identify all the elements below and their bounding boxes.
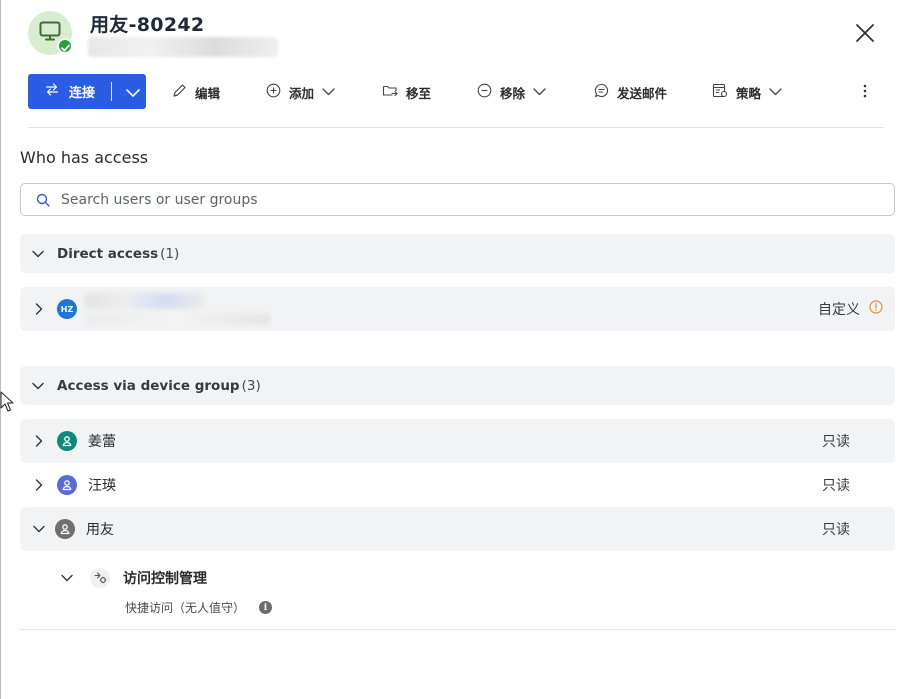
folder-move-icon: [382, 83, 398, 101]
chat-bubble-icon: [594, 83, 609, 102]
info-icon[interactable]: i: [259, 601, 273, 614]
minus-circle-icon: [477, 83, 492, 102]
chevron-right-icon: [32, 303, 46, 315]
swap-arrows-icon: [45, 83, 59, 100]
section-title: Who has access: [20, 148, 149, 167]
move-to-button[interactable]: 移至: [382, 82, 431, 102]
user-row[interactable]: 姜蕾 只读: [20, 419, 895, 463]
policy-label: 策略: [736, 85, 762, 101]
policy-button[interactable]: 策略: [712, 82, 782, 102]
toolbar-divider: [28, 127, 884, 128]
avatar: HZ: [57, 299, 77, 319]
permission-label: 自定义: [818, 302, 860, 318]
search-icon: [36, 193, 50, 207]
access-control-icon: [90, 568, 110, 588]
device-subtitle-redacted: [88, 37, 278, 57]
connect-label: 连接: [69, 86, 96, 101]
kebab-icon: [863, 83, 867, 102]
online-status-badge: [57, 38, 73, 54]
list-divider: [20, 629, 895, 630]
add-label: 添加: [289, 85, 315, 101]
chevron-down-icon: [533, 85, 546, 100]
permission-label[interactable]: 只读: [822, 519, 850, 539]
permission-label[interactable]: 只读: [822, 431, 850, 451]
user-row[interactable]: 汪瑛 只读: [20, 463, 895, 507]
device-group-access-header[interactable]: Access via device group (3): [20, 366, 895, 405]
chevron-down-icon: [31, 382, 45, 390]
user-avatar-icon: [55, 519, 75, 539]
device-group-access-title: Access via device group: [57, 377, 240, 394]
direct-access-row[interactable]: HZ 自定义: [20, 287, 895, 331]
chevron-down-icon: [125, 82, 140, 101]
policy-icon: [712, 83, 728, 102]
close-icon: [855, 23, 875, 47]
check-icon: [60, 37, 70, 56]
remove-button[interactable]: 移除: [477, 82, 546, 102]
user-name: 汪瑛: [88, 478, 116, 494]
policy-sub-item[interactable]: 访问控制管理: [60, 565, 207, 591]
chevron-down-icon: [31, 250, 45, 258]
remove-label: 移除: [500, 85, 526, 101]
connect-separator: [111, 82, 112, 101]
send-email-label: 发送邮件: [617, 85, 668, 101]
policy-name: 访问控制管理: [123, 571, 207, 587]
add-button[interactable]: 添加: [266, 82, 335, 102]
search-box[interactable]: [20, 183, 895, 216]
chevron-down-icon: [322, 85, 335, 100]
mouse-cursor-icon: [0, 391, 14, 417]
info-circle-icon[interactable]: [869, 300, 883, 318]
chevron-down-icon: [32, 525, 46, 533]
connect-dropdown-button[interactable]: [119, 74, 146, 109]
device-title: 用友-80242: [90, 14, 205, 36]
permission-custom[interactable]: 自定义: [818, 299, 883, 319]
plus-circle-icon: [266, 83, 281, 102]
move-to-label: 移至: [406, 85, 432, 101]
user-avatar-icon: [57, 431, 77, 451]
direct-access-count: (1): [160, 245, 180, 262]
chevron-right-icon: [32, 435, 46, 447]
more-options-button[interactable]: [856, 82, 874, 102]
device-group-access-count: (3): [241, 377, 261, 394]
direct-access-title: Direct access: [57, 245, 159, 262]
edit-button[interactable]: 编辑: [172, 82, 220, 102]
close-button[interactable]: [852, 22, 878, 48]
direct-access-header[interactable]: Direct access (1): [20, 234, 895, 273]
user-name-redacted: [85, 291, 270, 327]
policy-description: 快捷访问（无人值守）: [125, 601, 246, 615]
connect-split-button[interactable]: 连接: [28, 74, 146, 109]
policy-description-row: 快捷访问（无人值守） i: [125, 599, 273, 616]
search-input[interactable]: [59, 190, 843, 209]
permission-label[interactable]: 只读: [822, 475, 850, 495]
chevron-down-icon: [769, 85, 782, 100]
edit-label: 编辑: [195, 85, 221, 101]
chevron-right-icon: [32, 479, 46, 491]
send-email-button[interactable]: 发送邮件: [594, 82, 667, 102]
chevron-down-icon: [60, 574, 74, 582]
user-name: 用友: [86, 522, 114, 538]
connect-button[interactable]: 连接: [28, 74, 95, 109]
window-edge: [0, 0, 1, 699]
user-name: 姜蕾: [88, 434, 116, 450]
pencil-icon: [172, 83, 187, 102]
user-row-expanded[interactable]: 用友 只读: [20, 507, 895, 551]
user-avatar-icon: [57, 475, 77, 495]
